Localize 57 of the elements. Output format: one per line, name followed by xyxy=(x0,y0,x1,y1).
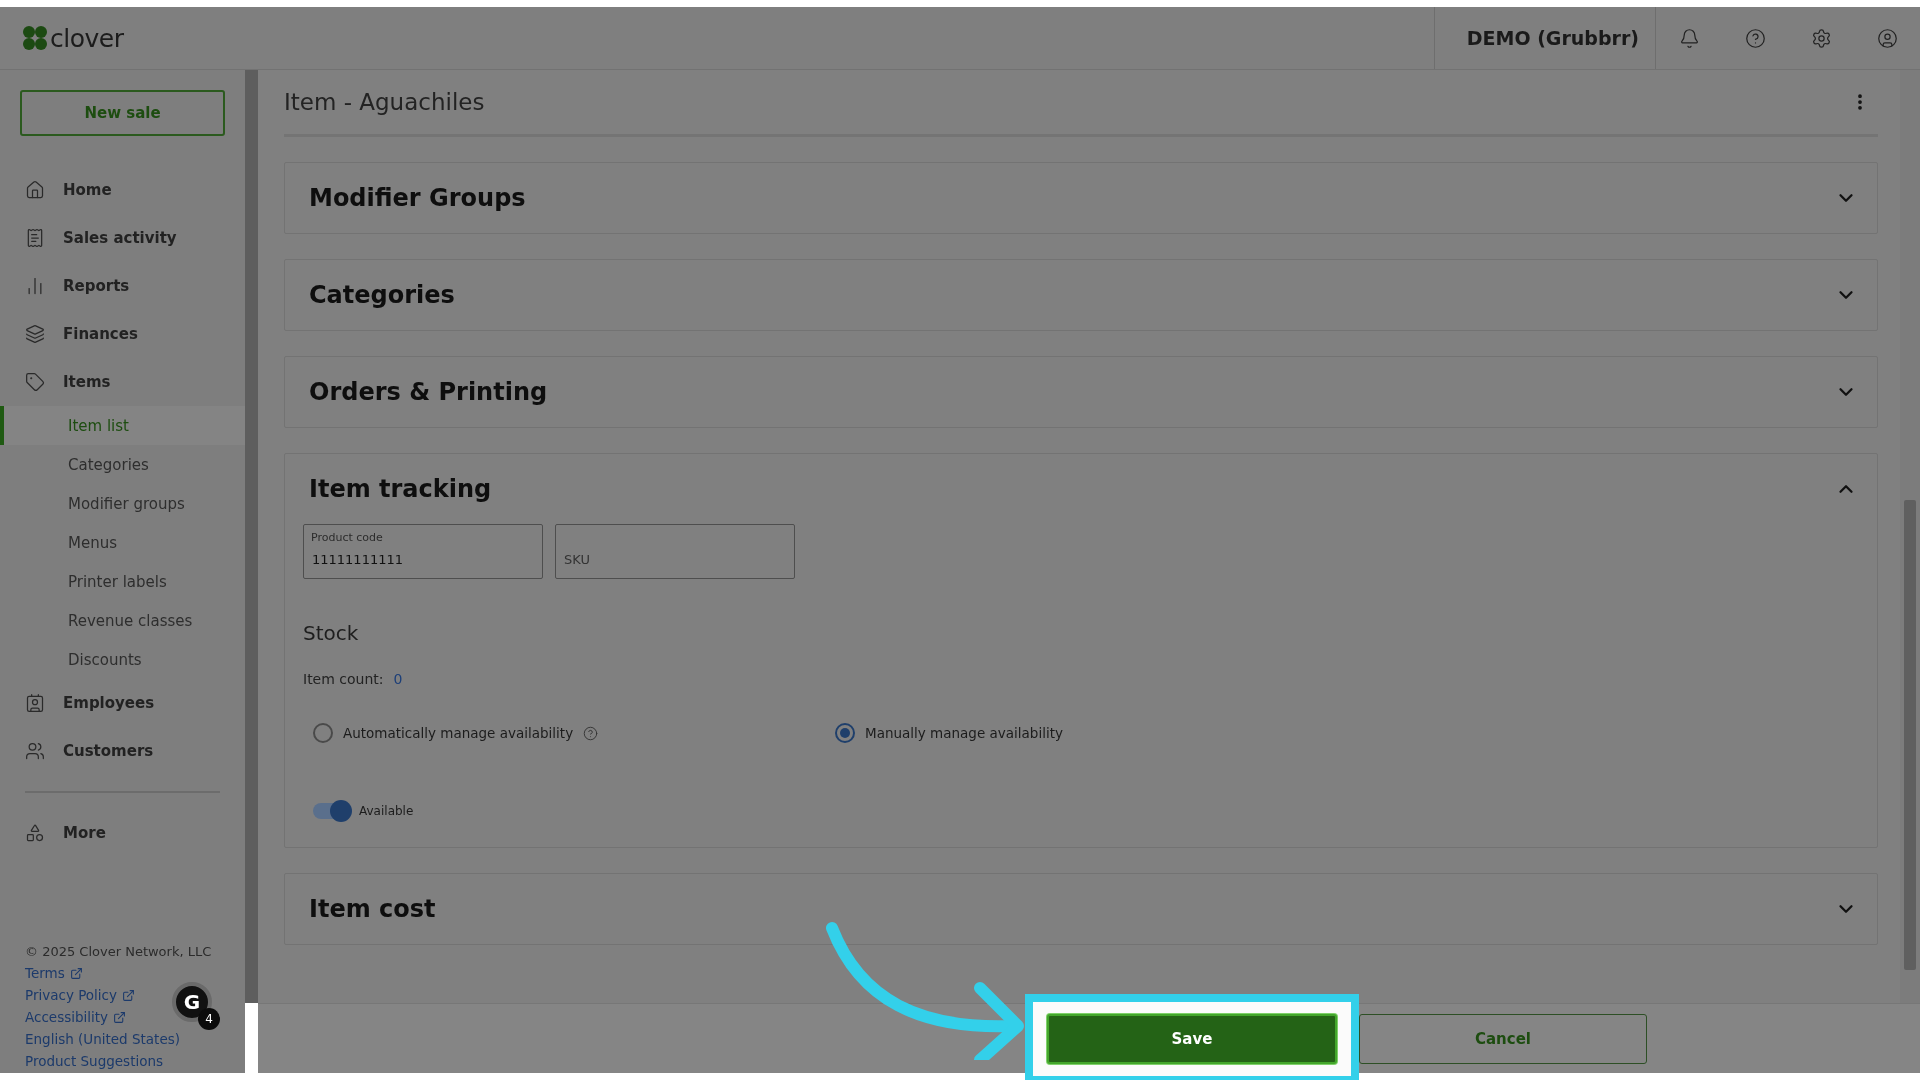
cancel-button[interactable]: Cancel xyxy=(1359,1013,1647,1064)
page-title: Item - Aguachiles xyxy=(284,89,486,115)
toggle-switch[interactable] xyxy=(313,803,349,819)
nav-item[interactable]: Finances xyxy=(0,310,245,358)
footer-link[interactable]: Accessibility xyxy=(25,1009,127,1025)
text-field[interactable]: SKU xyxy=(555,524,795,579)
nav-subitem[interactable]: Item list xyxy=(0,406,245,445)
save-button[interactable]: Save xyxy=(1047,1013,1337,1064)
toggle-label: Available xyxy=(359,804,414,818)
radio-button[interactable] xyxy=(313,723,333,743)
section-header[interactable]: Item cost xyxy=(285,874,1877,944)
nav-subitem[interactable]: Menus xyxy=(0,523,245,562)
new-sale-button[interactable]: New sale xyxy=(20,90,225,136)
radio-label: Manually manage availability xyxy=(865,725,1063,741)
copyright-text: © 2025 Clover Network, LLC xyxy=(25,944,213,959)
clover-logo-icon xyxy=(22,25,48,51)
external-link-icon xyxy=(69,966,83,980)
radio-button[interactable] xyxy=(835,723,855,743)
logo-text: clover xyxy=(50,23,124,53)
id-card-icon xyxy=(25,693,45,713)
help-icon[interactable] xyxy=(583,725,599,741)
receipt-icon xyxy=(25,228,45,248)
scrollbar-thumb[interactable] xyxy=(1904,500,1916,970)
footer-link[interactable]: Terms xyxy=(25,965,83,981)
section-header[interactable]: Orders & Printing xyxy=(285,357,1877,427)
nav-subitem[interactable]: Revenue classes xyxy=(0,601,245,640)
nav-subitem[interactable]: Modifier groups xyxy=(0,484,245,523)
section-header[interactable]: Categories xyxy=(285,260,1877,330)
nav-item[interactable]: Items xyxy=(0,358,245,406)
section-header[interactable]: Item tracking xyxy=(285,454,1877,524)
nav-item[interactable]: Sales activity xyxy=(0,214,245,262)
footer-link[interactable]: English (United States) xyxy=(25,1031,180,1047)
nav-item[interactable]: Home xyxy=(0,166,245,214)
shapes-icon xyxy=(25,823,45,843)
people-icon xyxy=(25,741,45,761)
external-link-icon xyxy=(122,988,135,1002)
external-link-icon xyxy=(113,1010,127,1024)
merchant-name: DEMO (Grubbrr) xyxy=(1466,27,1639,49)
nav-item[interactable]: Reports xyxy=(0,262,245,310)
nav-item[interactable]: Employees xyxy=(0,679,245,727)
item-count-label: Item count: xyxy=(303,671,384,687)
radio-label: Automatically manage availability xyxy=(343,725,574,741)
section-header[interactable]: Modifier Groups xyxy=(285,163,1877,233)
nav-subitem[interactable]: Printer labels xyxy=(0,562,245,601)
scrollbar[interactable] xyxy=(245,70,258,1003)
nav-item[interactable]: More xyxy=(0,809,245,857)
nav-item[interactable]: Customers xyxy=(0,727,245,775)
field-label: Product code xyxy=(311,531,383,544)
nav-subitem[interactable]: Categories xyxy=(0,445,245,484)
footer-link[interactable]: Product Suggestions xyxy=(25,1053,164,1069)
home-icon xyxy=(25,180,45,200)
layers-icon xyxy=(25,324,45,344)
nav-subitem[interactable]: Discounts xyxy=(0,640,245,679)
section-subheading: Stock xyxy=(303,621,360,645)
footer-link[interactable]: Privacy Policy xyxy=(25,987,135,1003)
item-count-value: 0 xyxy=(393,671,403,687)
tag-icon xyxy=(25,372,45,392)
